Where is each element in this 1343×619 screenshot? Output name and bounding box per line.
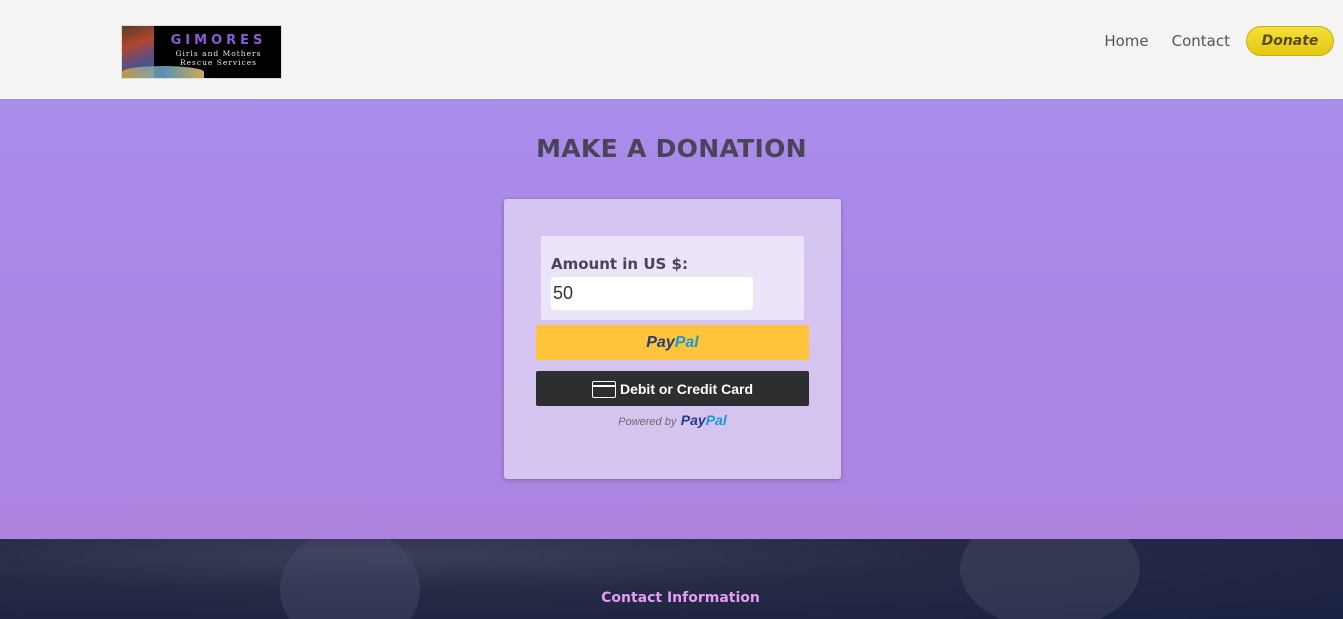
paypal-button[interactable]: PayPal: [536, 325, 809, 360]
logo-title: GIMORES: [170, 33, 267, 48]
footer-background-shape: [280, 539, 420, 619]
site-logo[interactable]: GIMORES Girls and Mothers Rescue Service…: [121, 25, 282, 79]
nav-contact-link[interactable]: Contact: [1172, 32, 1230, 50]
card-button-label: Debit or Credit Card: [619, 380, 753, 397]
main-nav: Home Contact Donate: [1104, 26, 1334, 56]
amount-box: Amount in US $:: [541, 236, 804, 320]
footer-background-shape: [960, 539, 1140, 619]
powered-by-text: Powered by: [618, 416, 677, 428]
paypal-logo: PayPal: [646, 334, 698, 351]
donation-card: Amount in US $: PayPal Debit or Credit C…: [504, 199, 841, 479]
nav-home-link[interactable]: Home: [1104, 32, 1148, 50]
powered-by-paypal: Powered by PayPal: [504, 412, 841, 430]
site-header: GIMORES Girls and Mothers Rescue Service…: [0, 0, 1343, 99]
powered-paypal-logo: PayPal: [681, 412, 727, 428]
site-footer: Contact Information: [0, 539, 1343, 619]
powered-paypal-pal: Pal: [705, 412, 727, 428]
logo-subtitle-2: Rescue Services: [179, 58, 258, 67]
credit-card-icon: [591, 381, 616, 398]
debit-credit-card-button[interactable]: Debit or Credit Card: [536, 371, 809, 406]
amount-input[interactable]: [551, 277, 753, 310]
powered-paypal-pay: Pay: [680, 412, 706, 428]
page-title: MAKE A DONATION: [536, 134, 807, 163]
donation-section: MAKE A DONATION Amount in US $: PayPal D…: [0, 99, 1343, 539]
logo-swoosh: [122, 66, 204, 78]
footer-contact-title: Contact Information: [601, 590, 760, 606]
paypal-logo-pal: Pal: [674, 334, 699, 351]
paypal-logo-pay: Pay: [646, 334, 675, 351]
logo-subtitle-1: Girls and Mothers: [175, 49, 262, 58]
amount-label: Amount in US $:: [551, 255, 688, 273]
nav-donate-button[interactable]: Donate: [1246, 26, 1334, 56]
